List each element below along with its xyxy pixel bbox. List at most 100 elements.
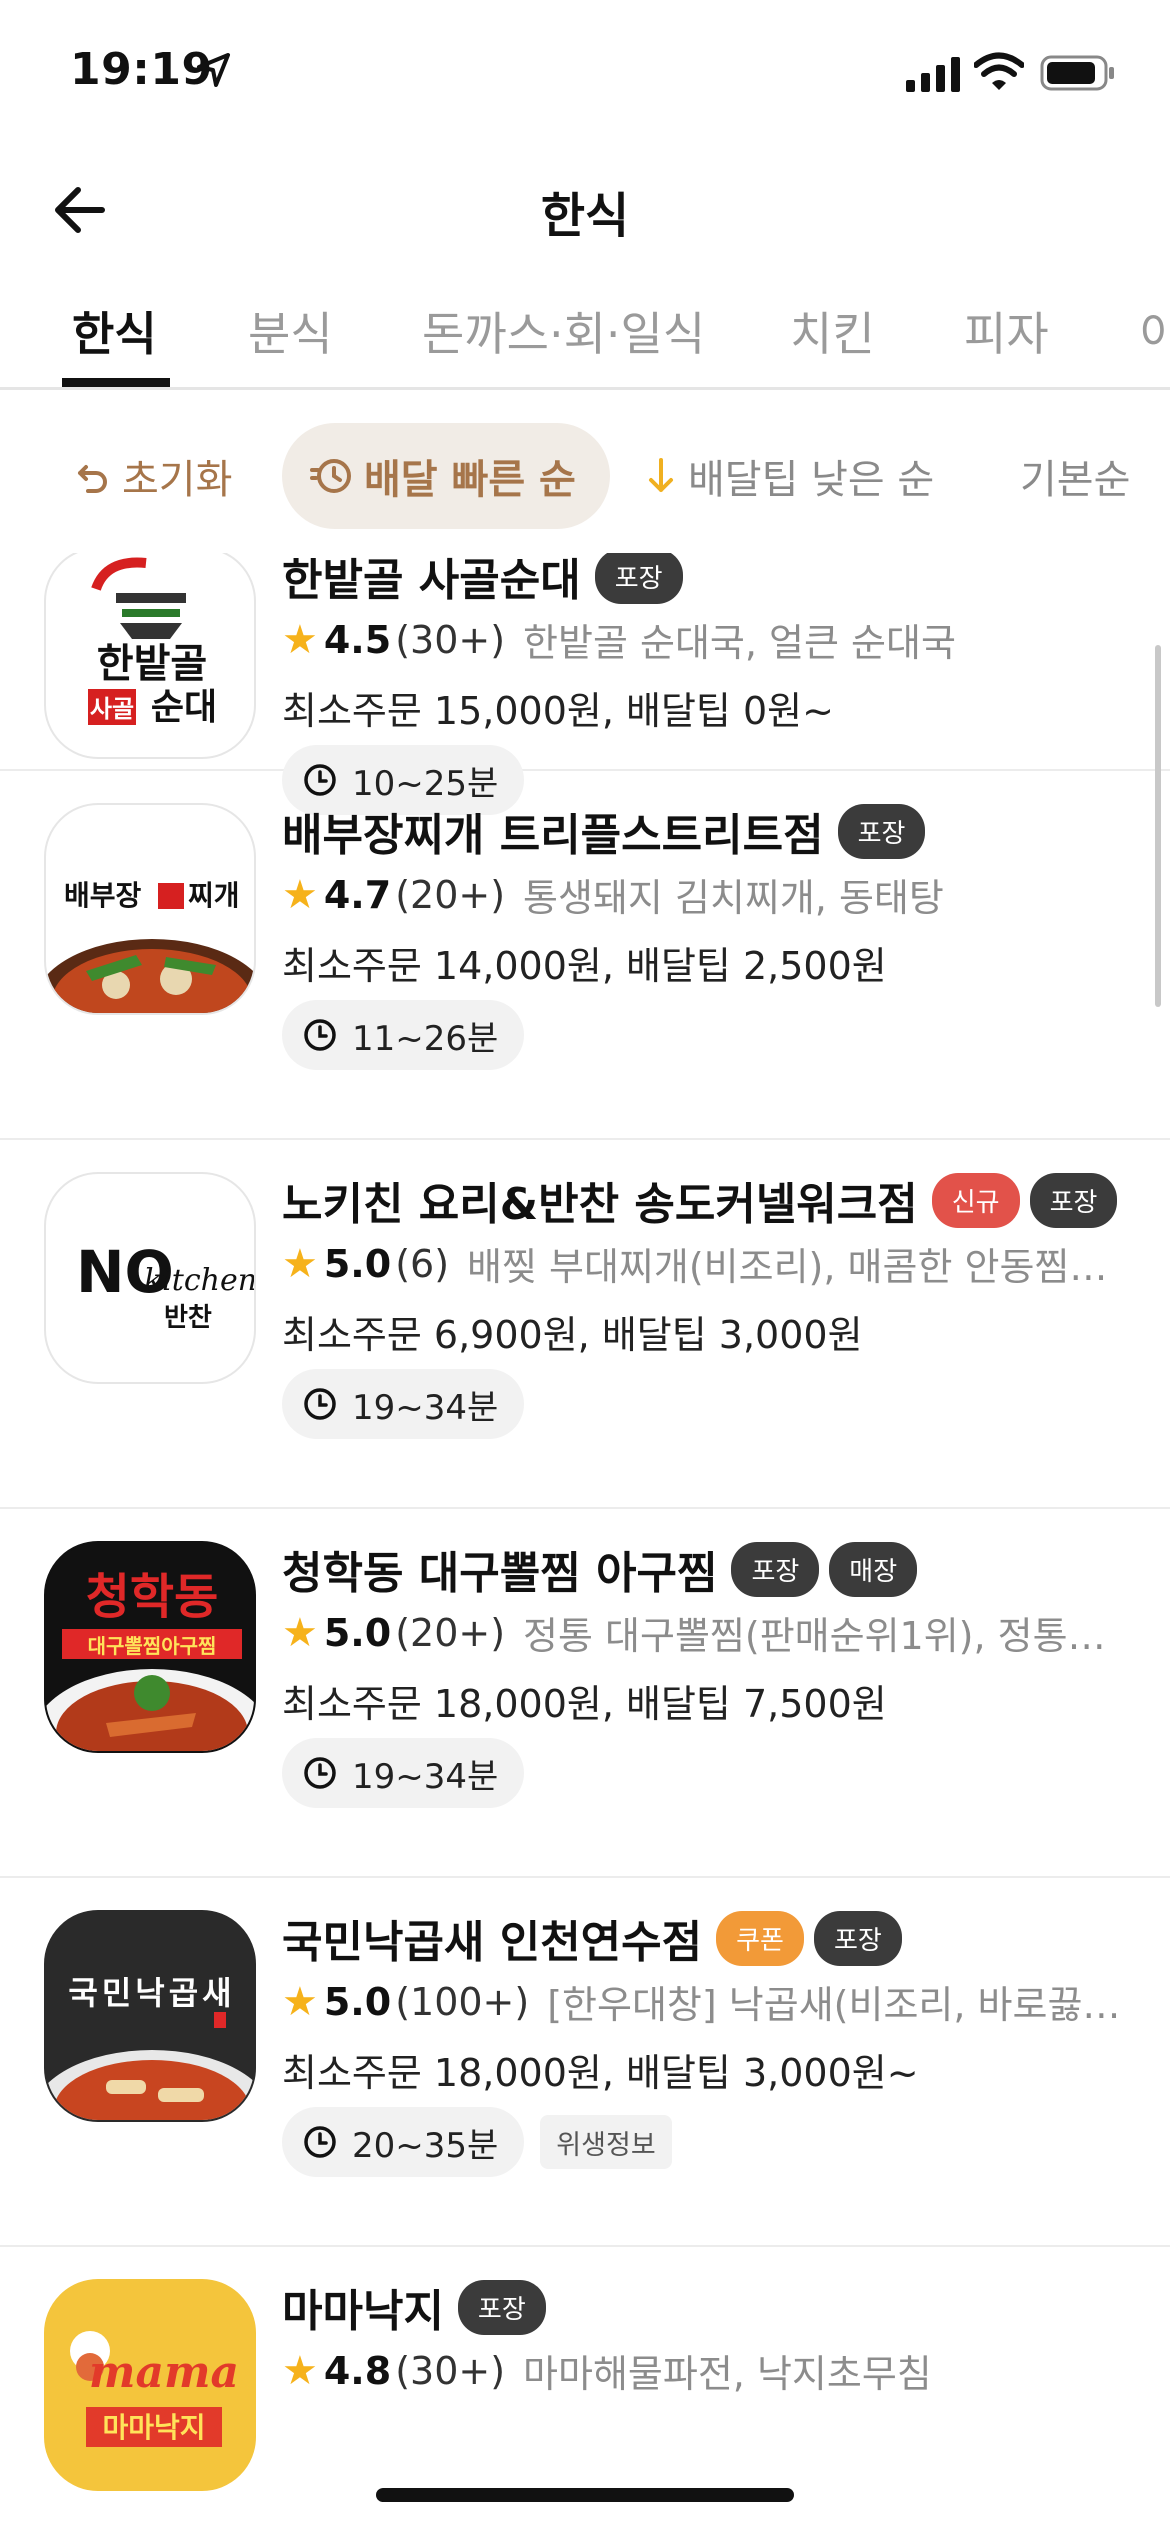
header: 한식 (0, 150, 1170, 260)
svg-text:순대: 순대 (151, 687, 217, 728)
review-count: (6) (395, 1241, 450, 1286)
cheonghakdong-logo-image: 청학동 대구뽈찜아구찜 (46, 1569, 254, 1751)
restaurant-logo: 배부장 찌개 (44, 803, 256, 1015)
restaurant-logo: mama 마마낙지 (44, 2279, 256, 2491)
delivery-time-label: 20~35분 (352, 2125, 499, 2166)
tab-snack[interactable]: 분식 (248, 298, 333, 364)
review-count: (100+) (395, 1979, 530, 2024)
status-time: 19:19 (70, 44, 213, 95)
clock-icon (304, 1019, 336, 1051)
review-count: (20+) (395, 1610, 506, 1655)
sort-basic-label: 기본순 (1020, 457, 1131, 503)
tab-chicken[interactable]: 치킨 (790, 298, 875, 364)
sort-low-tip-label: 배달팁 낮은 순 (688, 457, 935, 503)
category-tabs: 한식 분식 돈까스·회·일식 치킨 피자 아 (0, 260, 1170, 390)
home-indicator[interactable] (376, 2488, 794, 2502)
tab-korean[interactable]: 한식 (72, 298, 157, 364)
delivery-time: 20~35분 (282, 2107, 525, 2177)
tab-next[interactable]: 아 (1140, 298, 1170, 364)
tab-japanese[interactable]: 돈까스·회·일식 (422, 298, 705, 364)
clock-icon (304, 2126, 336, 2158)
menu-summary: 배찢 부대찌개(비조리), 매콤한 안동찜… (467, 1245, 1108, 1289)
restaurant-item[interactable]: 국민낙곱새 국민낙곱새 인천연수점 쿠폰 포장 ★ 5.0 (100+) [한우… (0, 1878, 1170, 2247)
delivery-time-label: 11~26분 (352, 1018, 499, 1059)
menu-summary: 마마해물파전, 낙지초무침 (523, 2352, 932, 2396)
star-icon: ★ (282, 2347, 318, 2394)
nokitchen-logo-image: NO kitchen 반찬 (76, 1238, 254, 1333)
svg-text:마마낙지: 마마낙지 (102, 2411, 205, 2444)
status-bar: 19:19 (0, 0, 1170, 150)
hygiene-info-tag[interactable]: 위생정보 (540, 2115, 672, 2169)
reset-label: 초기화 (122, 457, 233, 503)
baebujang-logo-image: 배부장 찌개 (46, 879, 254, 1013)
takeout-badge: 포장 (813, 1910, 902, 1966)
cellular-signal-icon (906, 57, 960, 92)
review-count: (30+) (395, 617, 506, 662)
clock-icon (304, 1388, 336, 1420)
menu-summary: 정통 대구뽈찜(판매순위1위), 정통… (523, 1614, 1106, 1658)
rating-score: 5.0 (323, 1979, 392, 2024)
delivery-time-label: 19~34분 (352, 1387, 499, 1428)
hanbatgol-logo-image: 한밭골 사골 순대 (88, 557, 217, 728)
rating-score: 4.5 (323, 617, 392, 662)
star-icon: ★ (282, 1978, 318, 2025)
reset-filter-button[interactable]: 초기화 (76, 423, 232, 529)
svg-text:반찬: 반찬 (164, 1303, 212, 1333)
battery-icon (1040, 55, 1114, 91)
svg-text:mama: mama (89, 2347, 239, 2398)
svg-text:청학동: 청학동 (86, 1569, 218, 1625)
kookmin-nakgopsae-logo-image: 국민낙곱새 (46, 1974, 254, 2120)
takeout-badge: 포장 (731, 1541, 820, 1597)
delivery-time: 19~34분 (282, 1369, 525, 1439)
restaurant-item[interactable]: 청학동 대구뽈찜아구찜 청학동 대구뽈찜 아구찜 포장 매장 ★ 5.0 (20… (0, 1509, 1170, 1878)
svg-text:찌개: 찌개 (188, 879, 240, 912)
scroll-indicator[interactable] (1155, 645, 1161, 1007)
sort-fast-label: 배달 빠른 순 (364, 457, 576, 503)
active-tab-indicator (62, 378, 170, 387)
dine-in-badge: 매장 (829, 1541, 918, 1597)
restaurant-list: 한밭골 사골 순대 한밭골 사골 순대 포장 ★ 4.5 (30+) 한밭골 순대… (0, 553, 1170, 2532)
star-icon: ★ (282, 616, 318, 663)
restaurant-name: 배부장찌개 트리플스트리트점 (282, 810, 824, 861)
clock-icon (304, 1757, 336, 1789)
restaurant-name: 노키친 요리&반찬 송도커넬워크점 (282, 1179, 918, 1230)
tab-pizza[interactable]: 피자 (964, 298, 1049, 364)
fast-delivery-clock-icon (310, 456, 352, 496)
sort-fast-delivery-chip[interactable]: 배달 빠른 순 (282, 423, 610, 529)
min-order-info: 최소주문 15,000원, 배달팁 0원~ (282, 689, 834, 733)
page-title: 한식 (540, 188, 630, 244)
star-icon: ★ (282, 871, 318, 918)
sort-low-tip-chip[interactable]: 배달팁 낮은 순 (646, 423, 934, 529)
restaurant-name: 청학동 대구뽈찜 아구찜 (282, 1548, 718, 1599)
star-icon: ★ (282, 1609, 318, 1656)
reset-icon (76, 459, 110, 493)
delivery-time: 11~26분 (282, 1000, 525, 1070)
restaurant-item[interactable]: NO kitchen 반찬 노키친 요리&반찬 송도커넬워크점 신규 포장 ★ … (0, 1140, 1170, 1509)
restaurant-logo: 국민낙곱새 (44, 1910, 256, 2122)
svg-text:한밭골: 한밭골 (97, 641, 207, 687)
svg-text:사골: 사골 (90, 695, 134, 723)
takeout-badge: 포장 (837, 803, 926, 859)
review-count: (20+) (395, 872, 506, 917)
sort-basic-chip[interactable]: 기본순 (1020, 423, 1130, 529)
location-arrow-icon (197, 53, 230, 87)
sort-bar: 초기화 배달 빠른 순 배달팁 낮은 순 기본순 (0, 393, 1170, 553)
star-icon: ★ (282, 1240, 318, 1287)
wifi-icon (974, 52, 1024, 90)
mama-nakji-logo-image: mama 마마낙지 (70, 2331, 239, 2447)
rating-score: 4.7 (323, 872, 392, 917)
menu-summary: 한밭골 순대국, 얼큰 순대국 (523, 621, 956, 665)
min-order-info: 최소주문 18,000원, 배달팁 7,500원 (282, 1682, 887, 1726)
new-badge: 신규 (931, 1172, 1020, 1228)
restaurant-item[interactable]: 배부장 찌개 배부장찌개 트리플스트리트점 포장 ★ 4.7 (20+) 통생돼… (0, 771, 1170, 1140)
min-order-info: 최소주문 18,000원, 배달팁 3,000원~ (282, 2051, 919, 2095)
restaurant-item[interactable]: 한밭골 사골 순대 한밭골 사골 순대 포장 ★ 4.5 (30+) 한밭골 순대… (0, 553, 1170, 815)
min-order-info: 최소주문 6,900원, 배달팁 3,000원 (282, 1313, 863, 1357)
takeout-badge: 포장 (594, 553, 683, 604)
svg-text:배부장: 배부장 (64, 879, 142, 912)
restaurant-name: 국민낙곱새 인천연수점 (282, 1917, 703, 1968)
restaurant-logo: 청학동 대구뽈찜아구찜 (44, 1541, 256, 1753)
rating-score: 5.0 (323, 1610, 392, 1655)
svg-text:대구뽈찜아구찜: 대구뽈찜아구찜 (88, 1634, 217, 1658)
menu-summary: [한우대창] 낙곱새(비조리, 바로끓… (547, 1983, 1121, 2027)
